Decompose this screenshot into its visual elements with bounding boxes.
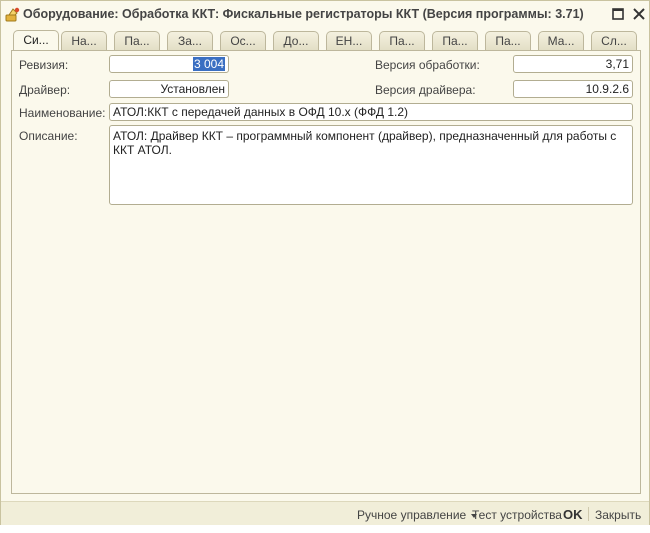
tab-12[interactable]: Сл... bbox=[591, 31, 637, 50]
equipment-window: Оборудование: Обработка ККТ: Фискальные … bbox=[0, 0, 650, 525]
divider bbox=[588, 507, 589, 521]
tab-8[interactable]: Па... bbox=[379, 31, 425, 50]
description-label: Описание: bbox=[19, 129, 78, 143]
close-button[interactable]: Закрыть bbox=[595, 508, 641, 522]
processing-version-label: Версия обработки: bbox=[375, 58, 480, 72]
revision-field[interactable]: 3 004 bbox=[109, 55, 229, 73]
tab-1[interactable]: Си... bbox=[13, 30, 59, 51]
equipment-icon bbox=[5, 6, 21, 22]
revision-label: Ревизия: bbox=[19, 58, 69, 72]
tab-4[interactable]: За... bbox=[167, 31, 213, 50]
close-icon[interactable] bbox=[630, 5, 648, 23]
tab-3[interactable]: Па... bbox=[114, 31, 160, 50]
revision-value: 3 004 bbox=[192, 57, 225, 71]
tab-10[interactable]: Па... bbox=[485, 31, 531, 50]
tab-9[interactable]: Па... bbox=[432, 31, 478, 50]
description-field[interactable]: АТОЛ: Драйвер ККТ – программный компонен… bbox=[109, 125, 633, 205]
bottom-command-bar: Ручное управление Тест устройства OK Зак… bbox=[1, 501, 649, 525]
name-field[interactable]: АТОЛ:ККТ с передачей данных в ОФД 10.х (… bbox=[109, 103, 633, 121]
window-title: Оборудование: Обработка ККТ: Фискальные … bbox=[23, 7, 584, 21]
tab-5[interactable]: Ос... bbox=[220, 31, 266, 50]
title-bar: Оборудование: Обработка ККТ: Фискальные … bbox=[1, 1, 649, 27]
processing-version-field[interactable]: 3,71 bbox=[513, 55, 633, 73]
maximize-icon[interactable] bbox=[609, 5, 627, 23]
tab-6[interactable]: До... bbox=[273, 31, 319, 50]
tab-panel: Ревизия: 3 004 Версия обработки: 3,71 Др… bbox=[11, 50, 641, 494]
manual-control-label: Ручное управление bbox=[357, 508, 467, 522]
tab-11[interactable]: Ма... bbox=[538, 31, 584, 50]
name-label: Наименование: bbox=[19, 106, 106, 120]
ok-button[interactable]: OK bbox=[563, 507, 583, 522]
tab-7[interactable]: ЕН... bbox=[326, 31, 372, 50]
driver-label: Драйвер: bbox=[19, 83, 71, 97]
driver-status-field[interactable]: Установлен bbox=[109, 80, 229, 98]
driver-version-field[interactable]: 10.9.2.6 bbox=[513, 80, 633, 98]
tab-2[interactable]: На... bbox=[61, 31, 107, 50]
manual-control-button[interactable]: Ручное управление bbox=[357, 508, 478, 522]
driver-version-label: Версия драйвера: bbox=[375, 83, 476, 97]
device-test-button[interactable]: Тест устройства bbox=[472, 508, 562, 522]
